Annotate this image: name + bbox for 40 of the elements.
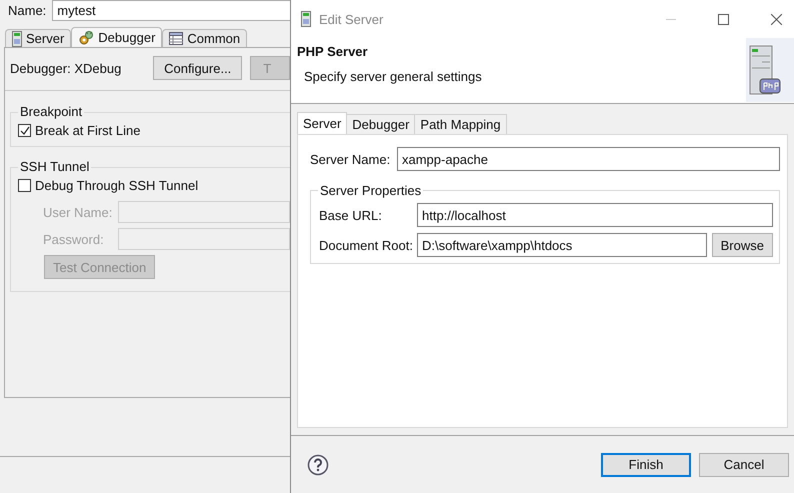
tab[interactable]: Debugger [71, 27, 162, 47]
tab[interactable]: Server [5, 29, 72, 47]
name-field[interactable]: mytest [52, 0, 290, 21]
tab[interactable]: Server [297, 112, 348, 134]
maximize-icon[interactable] [718, 14, 729, 24]
server-icon [12, 30, 22, 46]
name-label: Name: [8, 3, 46, 18]
checkbox[interactable] [18, 124, 31, 137]
checkbox-label[interactable]: Debug Through SSH Tunnel [35, 178, 198, 193]
dialog-button[interactable]: Finish [601, 452, 691, 476]
field-label: Server Name: [310, 152, 392, 166]
tab[interactable]: Path Mapping [414, 114, 507, 134]
field-label: User Name: [43, 204, 114, 220]
window-title: Edit Server [319, 12, 384, 26]
tab[interactable]: Common [162, 29, 248, 47]
browse-button[interactable]: Browse [712, 233, 773, 257]
base-url-field[interactable]: http://localhost [417, 203, 773, 227]
bug-icon [78, 30, 94, 46]
table-icon [169, 32, 184, 45]
close-icon[interactable] [771, 14, 782, 24]
input-field[interactable] [118, 201, 290, 223]
header-subtitle: Specify server general settings [304, 69, 482, 84]
server-icon [301, 11, 311, 27]
help-icon[interactable] [307, 454, 329, 476]
debugger-label: Debugger: XDebug [10, 60, 122, 76]
document-root-field[interactable]: D:\software\xampp\htdocs [417, 233, 707, 257]
input-field[interactable] [118, 228, 290, 250]
configure-button[interactable]: Configure... [153, 56, 242, 80]
checkbox-label[interactable]: Break at First Line [35, 123, 140, 138]
field-label: Document Root: [319, 238, 414, 252]
field-label: Password: [43, 232, 105, 246]
checkbox[interactable] [18, 179, 31, 192]
field-label: Base URL: [319, 208, 383, 222]
tab[interactable]: Debugger [346, 114, 416, 134]
header-title: PHP Server [297, 44, 369, 59]
group-title: Breakpoint [18, 104, 84, 119]
dialog-button[interactable]: Cancel [699, 452, 789, 476]
server-name-field[interactable]: xampp-apache [397, 147, 780, 171]
group-title: Server Properties [318, 183, 424, 198]
group-title: SSH Tunnel [18, 159, 92, 174]
